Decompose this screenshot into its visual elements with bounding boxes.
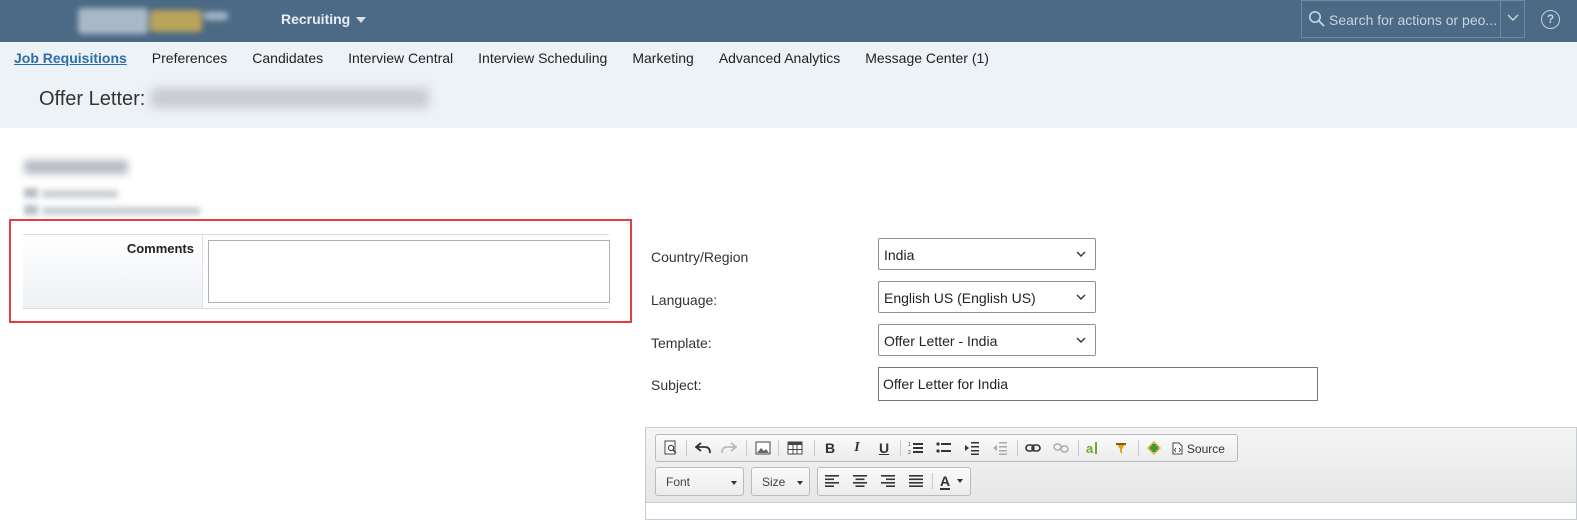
search-icon [1309, 11, 1325, 27]
tab-message-center[interactable]: Message Center (1) [865, 50, 989, 66]
email-icon [24, 205, 38, 215]
country-label: Country/Region [651, 249, 749, 265]
redacted-candidate-name [151, 88, 430, 108]
help-icon[interactable]: ? [1541, 10, 1560, 29]
text-color-icon: A [940, 473, 951, 490]
outdent-icon[interactable] [989, 438, 1011, 458]
numbered-list-icon[interactable]: 12 [905, 438, 927, 458]
page-title-prefix: Offer Letter: [39, 88, 146, 110]
global-search[interactable]: Search for actions or peo... [1301, 0, 1525, 38]
toolbar-separator [1017, 440, 1018, 456]
justify-icon[interactable] [905, 471, 927, 491]
toolbar-separator [746, 440, 747, 456]
language-label: Language: [651, 292, 718, 308]
italic-icon[interactable]: I [846, 438, 868, 458]
bulleted-list-icon[interactable] [933, 438, 955, 458]
sub-navigation: Job Requisitions Preferences Candidates … [0, 42, 1577, 128]
underline-icon[interactable]: U [873, 438, 895, 458]
shell-bar: Recruiting Search for actions or peo... … [0, 0, 1577, 42]
comments-textarea[interactable] [208, 240, 610, 303]
toolbar-separator [1078, 440, 1079, 456]
redacted-candidate-heading [24, 160, 128, 174]
tab-marketing[interactable]: Marketing [632, 50, 693, 66]
caret-down-icon [957, 479, 964, 483]
bold-icon[interactable]: B [819, 438, 841, 458]
align-right-icon[interactable] [877, 471, 899, 491]
caret-down-icon [731, 481, 737, 485]
toolbar-separator [814, 440, 815, 456]
svg-text:a: a [1086, 441, 1094, 456]
highlight-icon[interactable] [1110, 438, 1132, 458]
language-select[interactable]: English US (English US) [878, 281, 1096, 313]
toolbar-separator [900, 440, 901, 456]
tab-interview-central[interactable]: Interview Central [348, 50, 453, 66]
tab-candidates[interactable]: Candidates [252, 50, 323, 66]
country-value: India [884, 247, 915, 263]
undo-icon[interactable] [692, 438, 714, 458]
comments-row: Comments [23, 234, 610, 309]
chevron-down-icon [1076, 294, 1086, 300]
chevron-down-icon [1076, 337, 1086, 343]
font-dropdown[interactable]: Font [655, 467, 744, 496]
align-center-icon[interactable] [849, 471, 871, 491]
caret-down-icon [797, 481, 803, 485]
svg-text:2: 2 [908, 450, 911, 455]
chevron-down-icon [1507, 14, 1519, 21]
image-icon[interactable] [752, 438, 774, 458]
page-title: Offer Letter: [39, 88, 430, 111]
template-label: Template: [651, 335, 712, 351]
tab-advanced-analytics[interactable]: Advanced Analytics [719, 50, 840, 66]
tab-job-requisitions[interactable]: Job Requisitions [14, 50, 127, 66]
phone-icon [24, 188, 38, 198]
language-value: English US (English US) [884, 290, 1036, 306]
size-dropdown[interactable]: Size [751, 467, 810, 496]
size-label: Size [762, 475, 786, 489]
module-label: Recruiting [281, 11, 351, 27]
toolbar-row-1: B I U 12 a Source [655, 434, 1238, 462]
toolbar-row-2-align: A [817, 467, 971, 496]
svg-text:1: 1 [908, 442, 911, 448]
table-icon[interactable] [784, 438, 806, 458]
font-label: Font [666, 475, 691, 489]
insert-field-icon[interactable] [1143, 438, 1165, 458]
redacted-phone [42, 190, 118, 198]
subject-label: Subject: [651, 377, 702, 393]
link-icon[interactable] [1022, 438, 1044, 458]
tab-preferences[interactable]: Preferences [152, 50, 227, 66]
template-value: Offer Letter - India [884, 333, 998, 349]
redacted-email [42, 207, 200, 215]
redo-icon[interactable] [718, 438, 740, 458]
toolbar-separator [778, 440, 779, 456]
preview-icon[interactable] [660, 438, 682, 458]
chevron-down-icon [1076, 251, 1086, 257]
text-color-button[interactable]: A [937, 471, 967, 491]
tab-interview-scheduling[interactable]: Interview Scheduling [478, 50, 607, 66]
search-scope-dropdown[interactable] [1500, 1, 1524, 37]
country-select[interactable]: India [878, 238, 1096, 270]
spellcheck-icon[interactable]: a [1082, 438, 1104, 458]
align-left-icon[interactable] [821, 471, 843, 491]
source-label: Source [1186, 442, 1225, 456]
caret-down-icon [356, 17, 367, 24]
toolbar-separator [932, 473, 933, 489]
search-input[interactable]: Search for actions or peo... [1329, 12, 1497, 28]
tab-bar: Job Requisitions Preferences Candidates … [14, 50, 989, 66]
toolbar-separator [1138, 440, 1139, 456]
source-button[interactable]: Source [1172, 438, 1234, 458]
indent-icon[interactable] [961, 438, 983, 458]
subject-input[interactable] [878, 367, 1318, 401]
comments-label-cell: Comments [23, 235, 203, 308]
module-switcher[interactable]: Recruiting [281, 11, 367, 27]
company-logo[interactable] [78, 8, 228, 34]
comments-label: Comments [126, 241, 194, 256]
template-select[interactable]: Offer Letter - India [878, 324, 1096, 356]
toolbar-separator [686, 440, 687, 456]
unlink-icon[interactable] [1050, 438, 1072, 458]
